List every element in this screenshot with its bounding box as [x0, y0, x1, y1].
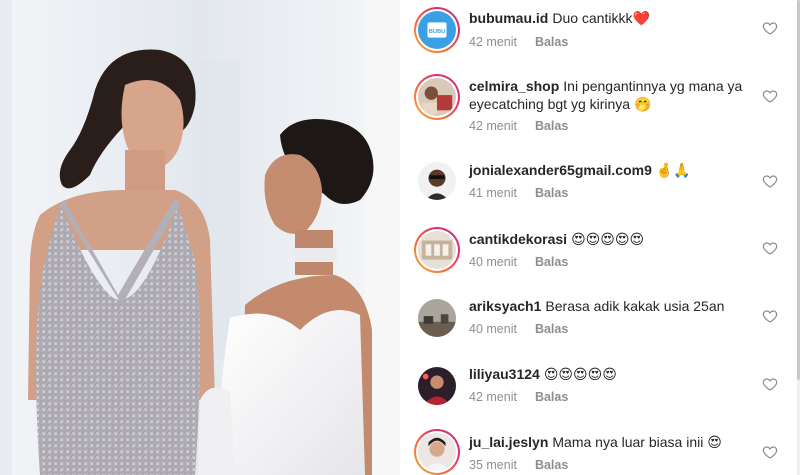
story-ring[interactable]: [414, 74, 460, 120]
landscape-photo-avatar[interactable]: [418, 299, 456, 337]
comment-time: 42 menit: [469, 390, 517, 404]
heart-outline-icon[interactable]: [762, 308, 778, 324]
heart-outline-icon[interactable]: [762, 20, 778, 36]
comment-username[interactable]: celmira_shop: [469, 78, 559, 94]
comment-meta: 42 menit Balas: [469, 34, 568, 50]
man-sunglasses-avatar[interactable]: [418, 162, 456, 200]
comment-text: bubumau.id Duo cantikkk❤️: [469, 9, 761, 27]
post-photo: [0, 0, 400, 475]
comment-username[interactable]: ju_lai.jeslyn: [469, 434, 548, 450]
heart-outline-icon[interactable]: [762, 444, 778, 460]
comment-text: liliyau3124 😍😍😍😍😍: [469, 365, 761, 383]
comment-meta: 42 menit Balas: [469, 389, 568, 405]
svg-text:BUBU: BUBU: [429, 29, 445, 35]
story-ring[interactable]: BUBU: [414, 7, 460, 53]
comment-username[interactable]: jonialexander65gmail.com9: [469, 162, 652, 178]
comment-meta: 35 menit Balas: [469, 457, 568, 473]
comment-username[interactable]: cantikdekorasi: [469, 231, 567, 247]
story-ring[interactable]: [414, 429, 460, 475]
avatar-frame[interactable]: [414, 158, 460, 204]
couple-photo-illustration: [0, 0, 400, 475]
reply-button[interactable]: Balas: [535, 35, 568, 49]
comment-body: Duo cantikkk❤️: [552, 10, 650, 26]
comment-meta: 42 menit Balas: [469, 118, 568, 134]
comment-time: 42 menit: [469, 119, 517, 133]
heart-outline-icon[interactable]: [762, 376, 778, 392]
reply-button[interactable]: Balas: [535, 255, 568, 269]
comment-time: 42 menit: [469, 35, 517, 49]
comment-text: ju_lai.jeslyn Mama nya luar biasa inii 😍: [469, 433, 761, 451]
comment-body: Berasa adik kakak usia 25an: [545, 298, 725, 314]
reply-button[interactable]: Balas: [535, 186, 568, 200]
reply-button[interactable]: Balas: [535, 458, 568, 472]
comment-time: 41 menit: [469, 186, 517, 200]
comment-meta: 40 menit Balas: [469, 254, 568, 270]
comment-text: cantikdekorasi 😍😍😍😍😍: [469, 230, 761, 248]
comment-time: 35 menit: [469, 458, 517, 472]
comment-username[interactable]: bubumau.id: [469, 10, 548, 26]
shop-photo-avatar[interactable]: [418, 78, 456, 116]
comment-username[interactable]: liliyau3124: [469, 366, 540, 382]
comment-body: Mama nya luar biasa inii 😍: [552, 434, 722, 450]
comment-meta: 41 menit Balas: [469, 185, 568, 201]
person-red-photo-avatar[interactable]: [418, 367, 456, 405]
decoration-photo-avatar[interactable]: [418, 231, 456, 269]
reply-button[interactable]: Balas: [535, 322, 568, 336]
comment-text: jonialexander65gmail.com9 🤞🙏: [469, 161, 761, 179]
bubumau-logo-avatar[interactable]: BUBU: [418, 11, 456, 49]
heart-outline-icon[interactable]: [762, 240, 778, 256]
comment-body: 😍😍😍😍😍: [543, 366, 617, 382]
comment-time: 40 menit: [469, 322, 517, 336]
avatar-frame[interactable]: [414, 295, 460, 341]
comment-text: celmira_shop Ini pengantinnya yg mana ya …: [469, 77, 761, 113]
comment-body: 😍😍😍😍😍: [571, 231, 645, 247]
comment-meta: 40 menit Balas: [469, 321, 568, 337]
reply-button[interactable]: Balas: [535, 390, 568, 404]
comment-username[interactable]: ariksyach1: [469, 298, 541, 314]
story-ring[interactable]: [414, 227, 460, 273]
heart-outline-icon[interactable]: [762, 173, 778, 189]
comment-body: 🤞🙏: [655, 162, 691, 178]
heart-outline-icon[interactable]: [762, 88, 778, 104]
woman-portrait-avatar[interactable]: [418, 433, 456, 471]
comments-panel: BUBU bubumau.id Duo cantikkk❤️ 42 menit Ba…: [400, 0, 800, 475]
comment-text: ariksyach1 Berasa adik kakak usia 25an: [469, 297, 761, 315]
avatar-frame[interactable]: [414, 363, 460, 409]
reply-button[interactable]: Balas: [535, 119, 568, 133]
comment-time: 40 menit: [469, 255, 517, 269]
